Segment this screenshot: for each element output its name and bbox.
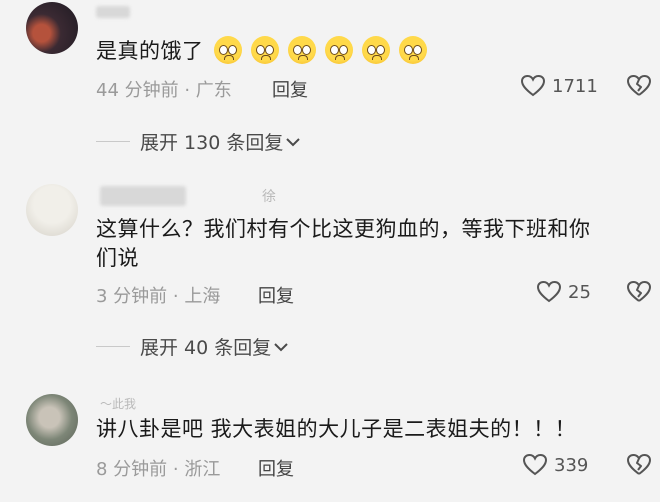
username-blurred[interactable]: [100, 186, 186, 206]
pleading-face-emoji: [214, 36, 242, 64]
pleading-face-emoji: [362, 36, 390, 64]
username-blurred[interactable]: [96, 6, 130, 18]
like-button[interactable]: 339: [522, 453, 588, 477]
comment-text-line-1: 这算什么？我们村有个比这更狗血的，等我下班和你: [96, 217, 591, 241]
expand-label: 展开 130 条回复: [140, 132, 284, 154]
like-button[interactable]: 1711: [520, 74, 598, 98]
username-fragment: 徐: [262, 189, 276, 205]
comment-meta: 44 分钟前 · 广东: [96, 80, 232, 101]
comment-meta: 3 分钟前 · 上海: [96, 286, 221, 307]
broken-heart-icon: [627, 280, 652, 302]
comment-text-line-2: 们说: [96, 246, 139, 270]
comment-text: 讲八卦是吧 我大表姐的大儿子是二表姐夫的！！！: [96, 417, 577, 441]
dislike-button[interactable]: [626, 453, 652, 481]
like-count: 1711: [552, 75, 598, 97]
pleading-face-emoji: [399, 36, 427, 64]
expand-label: 展开 40 条回复: [140, 337, 272, 359]
dislike-button[interactable]: [626, 74, 652, 102]
divider-line: [96, 345, 130, 348]
broken-heart-icon: [627, 74, 652, 96]
chevron-down-icon: [274, 342, 288, 351]
emoji-row: [214, 36, 427, 64]
username-fragment: ～此我: [100, 397, 137, 411]
like-button[interactable]: 25: [536, 280, 591, 304]
expand-replies-button[interactable]: 展开 130 条回复: [96, 128, 301, 155]
heart-outline-icon: [522, 453, 548, 476]
avatar[interactable]: [26, 394, 78, 446]
reply-button[interactable]: 回复: [272, 76, 308, 102]
pleading-face-emoji: [251, 36, 279, 64]
reply-button[interactable]: 回复: [258, 455, 294, 481]
expand-replies-button[interactable]: 展开 40 条回复: [96, 333, 289, 360]
comment-text: 是真的饿了: [96, 39, 204, 63]
pleading-face-emoji: [288, 36, 316, 64]
dislike-button[interactable]: [626, 280, 652, 308]
divider-line: [96, 140, 130, 143]
like-count: 25: [568, 281, 591, 303]
broken-heart-icon: [627, 453, 652, 475]
comment-meta: 8 分钟前 · 浙江: [96, 459, 221, 480]
heart-outline-icon: [520, 74, 546, 97]
chevron-down-icon: [286, 137, 301, 146]
like-count: 339: [554, 454, 589, 476]
avatar[interactable]: [26, 2, 78, 54]
pleading-face-emoji: [325, 36, 353, 64]
heart-outline-icon: [536, 280, 562, 303]
reply-button[interactable]: 回复: [258, 282, 294, 308]
avatar[interactable]: [26, 184, 78, 236]
